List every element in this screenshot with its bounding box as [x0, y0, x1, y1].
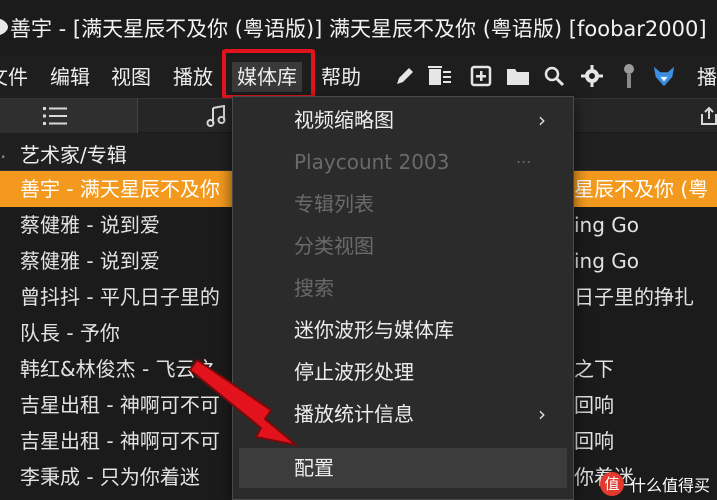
menu-item-facets: 分类视图 — [294, 234, 374, 258]
search-icon[interactable] — [542, 64, 566, 88]
tab-share[interactable] — [690, 99, 717, 133]
chevron-right-icon: › — [538, 108, 546, 132]
tab-list[interactable] — [0, 99, 137, 133]
menu-item-album-list: 专辑列表 — [294, 192, 374, 216]
microphone-icon[interactable] — [617, 64, 641, 88]
menu-edit[interactable]: 编辑 — [50, 62, 90, 92]
menu-item-search: 搜索 — [294, 276, 334, 300]
row-right-text: 日子里的挣扎 — [574, 285, 694, 309]
row-right-text: ing Go — [574, 249, 640, 273]
menu-file[interactable]: 文件 — [0, 62, 28, 92]
menu-item-video-thumbnails[interactable]: 视频缩略图 › — [233, 100, 573, 140]
row-right-text: 星辰不及你 (粤 — [574, 177, 709, 201]
row-left-text: 吉星出租 - 神啊可不可 — [20, 393, 220, 417]
row-left-text: 队長 - 予你 — [20, 321, 120, 345]
menu-item-playback-statistics[interactable]: 播放统计信息 › — [233, 394, 573, 434]
watermark-badge: 值 — [600, 472, 624, 496]
menu-item-mini-waveform[interactable]: 迷你波形与媒体库 — [233, 310, 573, 350]
folder-icon[interactable] — [506, 64, 530, 88]
menu-view[interactable]: 视图 — [111, 62, 151, 92]
library-dropdown-menu: 视频缩略图 › Playcount 2003 ... 专辑列表 分类视图 搜索 … — [232, 96, 574, 500]
row-left-text: 吉星出租 - 神啊可不可 — [20, 429, 220, 453]
row-right-text: ing Go — [574, 213, 640, 237]
add-icon[interactable] — [469, 64, 493, 88]
delete-list-icon[interactable] — [428, 64, 452, 88]
column-edge-marker: . — [0, 139, 7, 163]
list-icon — [43, 107, 67, 125]
row-left-text: 蔡健雅 - 说到爱 — [20, 213, 160, 237]
window-title: 善宇 - [满天星辰不及你 (粤语版)] 满天星辰不及你 (粤语版) [foob… — [10, 17, 707, 41]
row-right-text: 回响 — [574, 429, 614, 453]
row-right-text: 之下 — [574, 357, 614, 381]
foobar-app-icon — [0, 18, 8, 35]
tab-music[interactable] — [138, 99, 238, 133]
menu-help[interactable]: 帮助 — [321, 62, 361, 92]
row-left-text: 蔡健雅 - 说到爱 — [20, 249, 160, 273]
menu-item-ellipsis: ... — [516, 148, 532, 167]
menu-bar: 文件 编辑 视图 播放 媒体库 帮助 — [0, 56, 717, 98]
title-bar: 善宇 - [满天星辰不及你 (粤语版)] 满天星辰不及你 (粤语版) [foob… — [0, 0, 717, 56]
row-left-text: 韩红&林俊杰 - 飞云之 — [20, 357, 216, 381]
music-note-icon — [206, 105, 226, 127]
column-artist-album[interactable]: 艺术家/专辑 — [20, 139, 127, 168]
toolbar-overflow-label[interactable]: 播 — [697, 62, 717, 92]
menu-item-configure[interactable]: 配置 — [239, 448, 567, 488]
watermark-text: 什么值得买 — [630, 476, 711, 495]
annotation-highlight-box — [222, 49, 315, 99]
pencil-icon[interactable] — [393, 64, 417, 88]
chevron-right-icon: › — [538, 402, 546, 426]
menu-item-stop-waveform[interactable]: 停止波形处理 — [233, 352, 573, 392]
menu-item-playcount: Playcount 2003 ... — [233, 142, 573, 182]
menu-playback[interactable]: 播放 — [173, 62, 213, 92]
row-left-text: 善宇 - 满天星辰不及你 — [20, 177, 220, 201]
watermark: 值 什么值得买 — [600, 470, 710, 498]
row-right-text: 回响 — [574, 393, 614, 417]
gear-icon[interactable] — [580, 64, 604, 88]
fox-icon[interactable] — [652, 64, 676, 88]
row-left-text: 曾抖抖 - 平凡日子里的 — [20, 285, 220, 309]
export-icon — [701, 106, 717, 125]
row-left-text: 李秉成 - 只为你着迷 — [20, 465, 200, 489]
